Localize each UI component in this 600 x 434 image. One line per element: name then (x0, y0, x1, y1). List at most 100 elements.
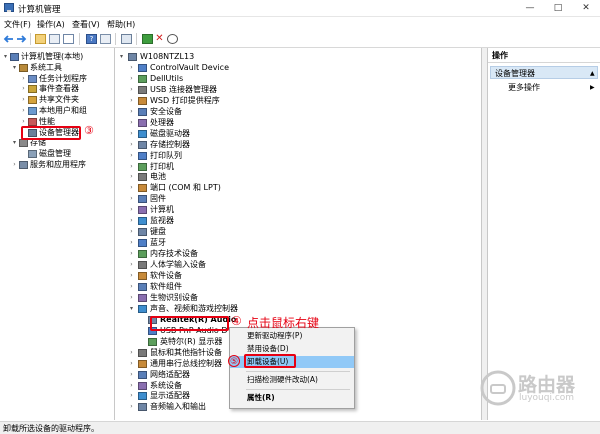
tree-item-4[interactable]: › 共享文件夹 (0, 94, 113, 105)
collapsed-chevron-icon[interactable]: › (128, 248, 135, 259)
device-tree-item[interactable]: › 固件 (115, 193, 481, 204)
device-tree-item[interactable]: › 端口 (COM 和 LPT) (115, 182, 481, 193)
menu-file[interactable]: 文件(F) (4, 19, 31, 30)
close-button[interactable]: ✕ (572, 0, 600, 16)
watermark: 路由器 luyouqi.com (480, 368, 600, 408)
device-tree-item[interactable]: › 存储控制器 (115, 139, 481, 150)
device-tree-label: 生物识别设备 (150, 292, 198, 302)
device-tree-item[interactable]: › USB 连接器管理器 (115, 84, 481, 95)
collapsed-chevron-icon[interactable]: › (20, 83, 27, 94)
collapsed-chevron-icon[interactable]: › (128, 73, 135, 84)
device-tree-item[interactable]: › 计算机 (115, 204, 481, 215)
collapsed-chevron-icon[interactable]: › (128, 270, 135, 281)
device-tree-item[interactable]: › 处理器 (115, 117, 481, 128)
device-tree-item[interactable]: ▾ 声音、视频和游戏控制器 (115, 303, 481, 314)
expanded-chevron-icon[interactable]: ▾ (11, 137, 18, 148)
collapsed-chevron-icon[interactable]: › (128, 84, 135, 95)
device-tree-item[interactable]: › 电池 (115, 171, 481, 182)
uninstall-x-icon[interactable]: ✕ (154, 34, 165, 44)
device-tree-item[interactable]: › 键盘 (115, 226, 481, 237)
collapsed-chevron-icon[interactable]: › (128, 237, 135, 248)
device-category-icon (138, 151, 147, 160)
collapsed-chevron-icon[interactable]: › (128, 390, 135, 401)
collapsed-chevron-icon[interactable]: › (128, 401, 135, 412)
expanded-chevron-icon[interactable]: ▾ (128, 303, 135, 314)
monitor-icon[interactable] (121, 34, 132, 44)
help-icon[interactable]: ? (86, 34, 97, 44)
maximize-button[interactable]: □ (544, 0, 572, 16)
collapsed-chevron-icon[interactable]: › (128, 259, 135, 270)
menu-view[interactable]: 查看(V) (72, 19, 100, 30)
collapsed-chevron-icon[interactable]: › (128, 117, 135, 128)
device-tree-item[interactable]: › DellUtils (115, 73, 481, 84)
update-driver-icon[interactable] (142, 34, 153, 44)
up-folder-icon[interactable] (35, 34, 46, 44)
more-actions-link[interactable]: 更多操作 (508, 82, 540, 93)
device-tree-item[interactable]: › 人体学输入设备 (115, 259, 481, 270)
menu-item-scan-hardware[interactable]: 扫描检测硬件改动(A) (230, 374, 354, 386)
expanded-chevron-icon[interactable]: ▾ (11, 62, 18, 73)
collapsed-chevron-icon[interactable]: › (20, 73, 27, 84)
minimize-button[interactable]: — (516, 0, 544, 16)
collapsed-chevron-icon[interactable]: › (11, 159, 18, 170)
device-tree-item[interactable]: › ControlVault Device (115, 62, 481, 73)
device-tree-item[interactable]: › 软件组件 (115, 281, 481, 292)
status-bar: 卸载所选设备的驱动程序。 (0, 421, 600, 434)
menu-item-properties[interactable]: 属性(R) (230, 392, 354, 404)
expand-right-icon[interactable]: ▶ (590, 84, 595, 91)
tree-item-9[interactable]: 磁盘管理 (0, 148, 113, 159)
device-tree-item[interactable]: › 打印机 (115, 161, 481, 172)
collapsed-chevron-icon[interactable]: › (128, 204, 135, 215)
device-tree-item[interactable]: › 软件设备 (115, 270, 481, 281)
device-tree-item[interactable]: › 打印队列 (115, 150, 481, 161)
collapsed-chevron-icon[interactable]: › (128, 281, 135, 292)
device-tree-item[interactable]: › 安全设备 (115, 106, 481, 117)
expanded-chevron-icon[interactable]: ▾ (118, 51, 125, 62)
forward-arrow-icon[interactable] (16, 34, 27, 44)
tree-item-10[interactable]: › 服务和应用程序 (0, 159, 113, 170)
menu-item-update-driver[interactable]: 更新驱动程序(P) (230, 330, 354, 342)
collapsed-chevron-icon[interactable]: › (128, 226, 135, 237)
collapsed-chevron-icon[interactable]: › (128, 128, 135, 139)
back-arrow-icon[interactable] (3, 34, 14, 44)
tree-item-0[interactable]: ▾ 计算机管理(本地) (0, 51, 113, 62)
menu-help[interactable]: 帮助(H) (107, 19, 135, 30)
properties-icon[interactable] (63, 34, 74, 44)
collapsed-chevron-icon[interactable]: › (128, 62, 135, 73)
collapsed-chevron-icon[interactable]: › (20, 105, 27, 116)
collapse-up-icon[interactable]: ▲ (590, 70, 595, 77)
device-tree-item[interactable]: › 生物识别设备 (115, 292, 481, 303)
show-hide-tree-icon[interactable] (49, 34, 60, 44)
collapsed-chevron-icon[interactable]: › (128, 215, 135, 226)
menu-action[interactable]: 操作(A) (37, 19, 65, 30)
collapsed-chevron-icon[interactable]: › (128, 193, 135, 204)
device-tree-item[interactable]: › WSD 打印提供程序 (115, 95, 481, 106)
collapsed-chevron-icon[interactable]: › (128, 182, 135, 193)
actions-selected-device-manager[interactable]: 设备管理器 (490, 66, 598, 79)
collapsed-chevron-icon[interactable]: › (128, 139, 135, 150)
device-tree-item[interactable]: › 监视器 (115, 215, 481, 226)
tree-item-3[interactable]: › 事件查看器 (0, 83, 113, 94)
collapsed-chevron-icon[interactable]: › (128, 369, 135, 380)
device-tree-root[interactable]: ▾ W108NTZL13 (115, 51, 481, 62)
collapsed-chevron-icon[interactable]: › (128, 95, 135, 106)
tree-item-2[interactable]: › 任务计划程序 (0, 73, 113, 84)
collapsed-chevron-icon[interactable]: › (128, 380, 135, 391)
device-tree-item[interactable]: › 内存技术设备 (115, 248, 481, 259)
collapsed-chevron-icon[interactable]: › (128, 106, 135, 117)
collapsed-chevron-icon[interactable]: › (128, 292, 135, 303)
collapsed-chevron-icon[interactable]: › (128, 171, 135, 182)
console-view-icon[interactable] (100, 34, 111, 44)
tree-item-5[interactable]: › 本地用户和组 (0, 105, 113, 116)
collapsed-chevron-icon[interactable]: › (20, 94, 27, 105)
collapsed-chevron-icon[interactable]: › (128, 150, 135, 161)
device-tree-item[interactable]: › 磁盘驱动器 (115, 128, 481, 139)
device-tree-item[interactable]: › 蓝牙 (115, 237, 481, 248)
expanded-chevron-icon[interactable]: ▾ (2, 51, 9, 62)
collapsed-chevron-icon[interactable]: › (128, 358, 135, 369)
collapsed-chevron-icon[interactable]: › (128, 161, 135, 172)
collapsed-chevron-icon[interactable]: › (128, 347, 135, 358)
device-tree-label: 声音、视频和游戏控制器 (150, 303, 238, 313)
scan-hardware-icon[interactable] (167, 34, 178, 44)
tree-item-1[interactable]: ▾ 系统工具 (0, 62, 113, 73)
